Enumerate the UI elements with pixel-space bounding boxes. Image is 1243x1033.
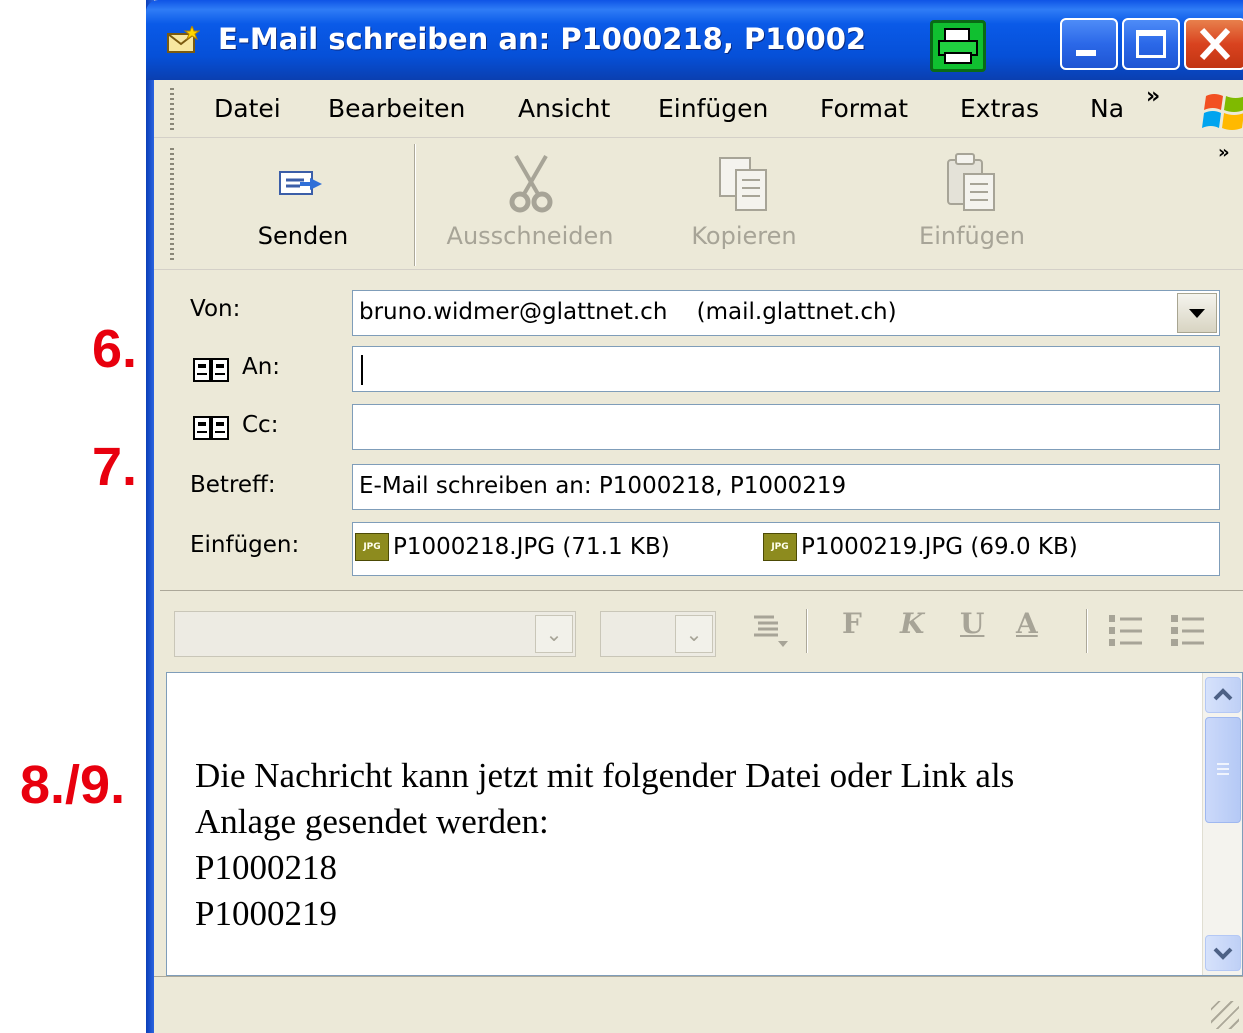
menu-extras[interactable]: Extras: [960, 94, 1039, 123]
from-dropdown[interactable]: bruno.widmer@glattnet.ch (mail.glattnet.…: [352, 290, 1220, 336]
font-family-select[interactable]: ⌄: [174, 611, 576, 657]
new-mail-icon: [167, 26, 200, 53]
menu-nachricht[interactable]: Na: [1090, 94, 1124, 123]
italic-button[interactable]: K: [900, 607, 924, 640]
message-line: Die Nachricht kann jetzt mit folgender D…: [195, 756, 1015, 795]
window-title: E-Mail schreiben an: P1000218, P10002: [218, 22, 867, 56]
scroll-up-button[interactable]: [1205, 677, 1241, 713]
copy-icon: [719, 157, 767, 211]
step-annotation-6: 6.: [92, 319, 138, 379]
address-book-icon[interactable]: [192, 414, 232, 442]
attachment-name: P1000218.JPG (71.1 KB): [393, 534, 670, 560]
jpg-file-icon: JPG: [763, 533, 797, 561]
menu-bar: Datei Bearbeiten Ansicht Einfügen Format…: [154, 80, 1243, 138]
message-line: Anlage gesendet werden:: [195, 802, 549, 841]
menu-format[interactable]: Format: [820, 94, 908, 123]
attachment-name: P1000219.JPG (69.0 KB): [801, 534, 1078, 560]
cc-field[interactable]: [352, 404, 1220, 450]
cut-button[interactable]: Ausschneiden: [430, 138, 630, 270]
toolbar-separator: [414, 144, 416, 266]
numbered-list-icon[interactable]: [1106, 611, 1146, 651]
cut-label: Ausschneiden: [446, 222, 614, 250]
step-annotation-7: 7.: [92, 437, 138, 497]
message-line: P1000218: [195, 848, 337, 887]
toolbar-grip[interactable]: [170, 148, 174, 260]
to-field[interactable]: [352, 346, 1220, 392]
subject-field[interactable]: E-Mail schreiben an: P1000218, P1000219: [352, 464, 1220, 510]
scroll-down-button[interactable]: [1205, 935, 1241, 971]
window-border: [146, 0, 154, 1033]
step-annotation-8-9: 8./9.: [20, 755, 126, 815]
send-label: Senden: [257, 222, 349, 250]
printer-icon[interactable]: [930, 20, 986, 72]
underline-button[interactable]: U: [960, 607, 984, 640]
minimize-button[interactable]: [1060, 18, 1118, 70]
printer-glyph: [938, 28, 978, 64]
title-bar[interactable]: E-Mail schreiben an: P1000218, P10002: [146, 0, 1243, 80]
paste-icon: [947, 153, 995, 211]
close-icon: [1199, 27, 1231, 61]
bullet-list-icon[interactable]: [1168, 611, 1208, 651]
from-value: bruno.widmer@glattnet.ch (mail.glattnet.…: [359, 299, 897, 325]
vertical-scrollbar[interactable]: [1202, 673, 1242, 975]
menu-bearbeiten[interactable]: Bearbeiten: [328, 94, 465, 123]
bold-button[interactable]: F: [842, 607, 862, 640]
send-button[interactable]: Senden: [234, 138, 372, 270]
subject-value: E-Mail schreiben an: P1000218, P1000219: [359, 473, 847, 499]
menu-grip[interactable]: [170, 88, 174, 130]
message-line: P1000219: [195, 894, 337, 933]
from-label: Von:: [190, 296, 241, 322]
menu-datei[interactable]: Datei: [214, 94, 281, 123]
attachments-label: Einfügen:: [190, 532, 300, 558]
paste-button[interactable]: Einfügen: [882, 138, 1062, 270]
windows-logo-icon: [1202, 94, 1243, 130]
main-toolbar: » Senden Ausschneiden Kopieren Einfügen: [154, 138, 1243, 270]
chevron-up-icon: [1213, 688, 1233, 701]
status-bar: [154, 976, 1243, 1033]
resize-grip-icon[interactable]: [1211, 1001, 1239, 1029]
format-separator: [1086, 609, 1088, 653]
message-text: Die Nachricht kann jetzt mit folgender D…: [195, 753, 1014, 937]
cc-label: Cc:: [242, 412, 279, 438]
copy-label: Kopieren: [691, 222, 797, 250]
font-color-button[interactable]: A: [1016, 607, 1038, 640]
attachments-field[interactable]: JPG P1000218.JPG (71.1 KB) JPG P1000219.…: [352, 522, 1220, 576]
message-body[interactable]: Die Nachricht kann jetzt mit folgender D…: [166, 672, 1243, 976]
chevron-down-icon: [1213, 947, 1233, 960]
jpg-file-icon: JPG: [355, 533, 389, 561]
menu-ansicht[interactable]: Ansicht: [518, 94, 610, 123]
from-dropdown-button[interactable]: [1177, 293, 1217, 333]
compose-window: E-Mail schreiben an: P1000218, P10002 Da…: [146, 0, 1243, 1033]
copy-button[interactable]: Kopieren: [664, 138, 824, 270]
paste-label: Einfügen: [919, 222, 1025, 250]
address-book-icon[interactable]: [192, 356, 232, 384]
send-mail-icon: [279, 171, 322, 195]
maximize-button[interactable]: [1122, 18, 1180, 70]
scroll-thumb[interactable]: [1205, 717, 1241, 823]
menu-overflow-chevron[interactable]: »: [1146, 84, 1160, 109]
chevron-down-icon: ⌄: [535, 615, 573, 653]
attachment-item[interactable]: JPG P1000219.JPG (69.0 KB): [763, 533, 1078, 561]
menu-einfuegen[interactable]: Einfügen: [658, 94, 768, 123]
maximize-icon: [1136, 30, 1166, 58]
to-label: An:: [242, 354, 281, 380]
chevron-down-icon: [1189, 309, 1205, 318]
grip-icon: [1217, 763, 1229, 775]
scissors-icon: [509, 154, 553, 213]
paragraph-style-icon[interactable]: [750, 611, 790, 651]
chevron-down-icon: ⌄: [675, 615, 713, 653]
subject-label: Betreff:: [190, 472, 276, 498]
close-button[interactable]: [1184, 18, 1243, 70]
format-separator: [806, 609, 808, 653]
format-toolbar: ⌄ ⌄ F K U A: [160, 590, 1243, 672]
text-cursor: [361, 355, 363, 385]
toolbar-overflow-chevron[interactable]: »: [1218, 142, 1230, 163]
font-size-select[interactable]: ⌄: [600, 611, 716, 657]
attachment-item[interactable]: JPG P1000218.JPG (71.1 KB): [355, 533, 670, 561]
minimize-icon: [1076, 50, 1096, 56]
